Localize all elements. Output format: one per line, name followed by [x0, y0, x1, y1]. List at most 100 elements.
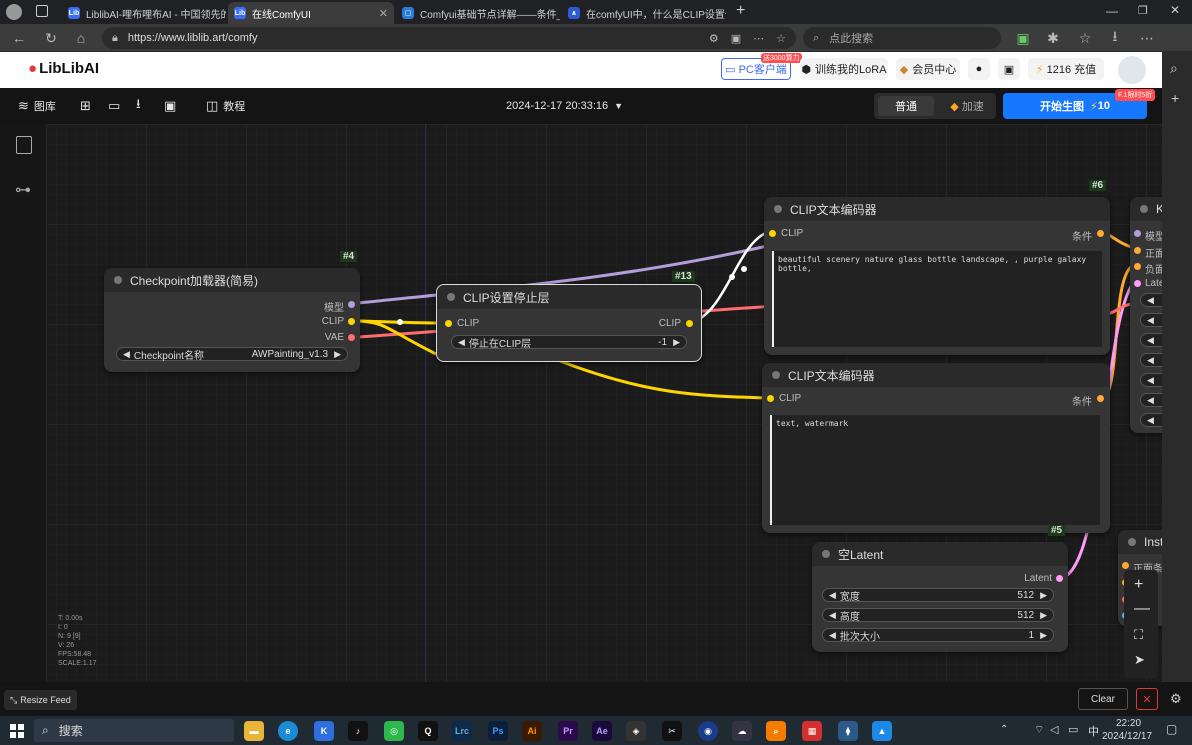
width-widget[interactable]: ◀ 宽度 512 ▶ [822, 588, 1054, 603]
arrow-left-icon[interactable]: ◀ [829, 590, 836, 601]
node-header[interactable]: K [1130, 197, 1162, 221]
collapse-dot[interactable] [1140, 205, 1148, 213]
node-canvas[interactable]: #4 Checkpoint加载器(简易) 模型 CLIP VAE ◀ Check… [46, 124, 1162, 682]
collapse-dot[interactable] [774, 205, 782, 213]
tab-comfyui-docs[interactable]: ▢ Comfyui基础节点详解——条件_ ✕ [396, 2, 560, 24]
close-feed-icon[interactable]: ✕ [1136, 688, 1158, 710]
clip-text-encode-positive-node[interactable]: CLIP文本编码器 CLIP 条件 beautiful scenery natu… [764, 197, 1110, 355]
arrow-left-icon[interactable]: ◀ [1147, 355, 1154, 366]
window-close-icon[interactable]: ✕ [1170, 3, 1180, 17]
ksampler-widget[interactable]: ◀ [1140, 313, 1162, 327]
liblib-logo[interactable]: ● LibLibAI [28, 60, 99, 77]
search-input[interactable]: ⌕ 点此搜索 [803, 27, 1001, 49]
output-port-cond[interactable] [1097, 395, 1104, 402]
arrow-right-icon[interactable]: ▶ [1040, 590, 1047, 601]
locate-icon[interactable]: ➤ [1134, 652, 1145, 668]
ksampler-widget[interactable]: ◀ [1140, 293, 1162, 307]
arrow-left-icon[interactable]: ◀ [1147, 415, 1154, 426]
arrow-right-icon[interactable]: ▶ [334, 349, 341, 360]
notification-icon[interactable]: ▢ [1166, 722, 1177, 736]
cinema4d-icon[interactable]: ◉ [698, 721, 718, 741]
collapse-dot[interactable] [772, 371, 780, 379]
capcut-icon[interactable]: ✂ [662, 721, 682, 741]
arrow-left-icon[interactable]: ◀ [123, 349, 130, 360]
mode-normal-button[interactable]: 普通 [878, 96, 934, 116]
ksampler-widget[interactable]: ◀ [1140, 373, 1162, 387]
output-port-cond[interactable] [1097, 230, 1104, 237]
profile-avatar[interactable] [6, 4, 22, 20]
vip-button[interactable]: ◆ 会员中心 [896, 58, 960, 80]
clip-text-encode-negative-node[interactable]: CLIP文本编码器 CLIP 条件 text, watermark [762, 363, 1110, 533]
height-widget[interactable]: ◀ 高度 512 ▶ [822, 608, 1054, 623]
cast-icon[interactable]: ▣ [731, 32, 741, 45]
clear-button[interactable]: Clear [1078, 688, 1128, 710]
ksampler-widget[interactable]: ◀ [1140, 353, 1162, 367]
qq-icon[interactable]: Q [418, 721, 438, 741]
output-port-model[interactable] [348, 301, 355, 308]
arrow-left-icon[interactable]: ◀ [829, 610, 836, 621]
workflow-timestamp-dropdown[interactable]: 2024-12-17 20:33:16 ▼ [506, 88, 623, 124]
node-header[interactable]: 空Latent [812, 542, 1068, 566]
mode-fast-button[interactable]: ◆ 加速 [940, 96, 994, 116]
add-icon[interactable]: + [1171, 90, 1179, 106]
batch-size-widget[interactable]: ◀ 批次大小 1 ▶ [822, 628, 1054, 643]
illustrator-icon[interactable]: Ai [522, 721, 542, 741]
collapse-dot[interactable] [1128, 538, 1136, 546]
node-header[interactable]: Checkpoint加载器(简易) [104, 268, 360, 292]
lightroom-icon[interactable]: Lrc [452, 721, 472, 741]
clock-time[interactable]: 22:20 [1116, 718, 1141, 729]
volume-icon[interactable]: ◁ [1050, 723, 1058, 736]
arrow-left-icon[interactable]: ◀ [1147, 315, 1154, 326]
browser-app-icon[interactable]: ▲ [872, 721, 892, 741]
new-tab-button[interactable]: + [736, 2, 745, 20]
windows-start-icon[interactable] [10, 724, 24, 738]
output-port-clip[interactable] [686, 320, 693, 327]
search-icon[interactable]: ⌕ [1170, 60, 1178, 77]
tutorial-button[interactable]: ◫ 教程 [206, 88, 245, 124]
new-file-icon[interactable]: ⊞ [80, 88, 91, 124]
input-port-clip[interactable] [445, 320, 452, 327]
checkpoint-loader-node[interactable]: Checkpoint加载器(简易) 模型 CLIP VAE ◀ Checkpoi… [104, 268, 360, 372]
save-icon[interactable]: ▣ [164, 88, 176, 124]
refresh-icon[interactable]: ↻ [40, 28, 62, 48]
arrow-left-icon[interactable]: ◀ [1147, 295, 1154, 306]
download-icon[interactable]: ⭳ [136, 88, 141, 124]
fit-view-icon[interactable]: ⛶ [1134, 627, 1143, 643]
arrow-left-icon[interactable]: ◀ [1147, 375, 1154, 386]
ksampler-widget[interactable]: ◀ [1140, 393, 1162, 407]
prompt-textarea[interactable]: text, watermark [770, 415, 1100, 525]
gallery-button[interactable]: ≋ 图库 [18, 88, 56, 124]
arrow-left-icon[interactable]: ◀ [1147, 395, 1154, 406]
open-folder-icon[interactable]: ▭ [108, 88, 120, 124]
search-app-icon[interactable]: ⌕ [766, 721, 786, 741]
tiktok-icon[interactable]: ♪ [348, 721, 368, 741]
battery-icon[interactable]: ▭ [1068, 723, 1078, 736]
resize-feed-button[interactable]: ⤡ Resize Feed [4, 690, 77, 710]
user-avatar[interactable] [1118, 56, 1146, 84]
settings-icon[interactable]: ⚙ [1170, 691, 1182, 707]
arrow-left-icon[interactable]: ◀ [1147, 335, 1154, 346]
more-icon[interactable]: ⋯ [753, 32, 764, 45]
node-header[interactable]: CLIP文本编码器 [764, 197, 1110, 221]
input-port-model[interactable] [1134, 230, 1141, 237]
arrow-right-icon[interactable]: ▶ [1040, 610, 1047, 621]
output-port-latent[interactable] [1056, 575, 1063, 582]
minimize-icon[interactable]: — [1106, 4, 1118, 18]
python-icon[interactable]: ⧫ [838, 721, 858, 741]
download-icon[interactable]: ⭳ [1104, 28, 1126, 48]
after-effects-icon[interactable]: Ae [592, 721, 612, 741]
puzzle-icon[interactable]: ✱ [1042, 28, 1064, 48]
output-port-clip[interactable] [348, 318, 355, 325]
favorites-icon[interactable]: ☆ [1074, 28, 1096, 48]
translate-icon[interactable]: ⚙ [709, 32, 719, 45]
zoom-out-icon[interactable]: — [1134, 600, 1150, 618]
network-icon[interactable]: ⌔ [1034, 723, 1044, 737]
message-icon[interactable]: ● [968, 58, 990, 80]
arrow-left-icon[interactable]: ◀ [829, 630, 836, 641]
close-icon[interactable]: ✕ [373, 7, 388, 20]
node-header[interactable]: CLIP设置停止层 [437, 285, 701, 309]
back-icon[interactable]: ← [8, 28, 30, 48]
premiere-icon[interactable]: Pr [558, 721, 578, 741]
node-header[interactable]: CLIP文本编码器 [762, 363, 1110, 387]
restore-icon[interactable]: ❐ [1138, 4, 1148, 17]
